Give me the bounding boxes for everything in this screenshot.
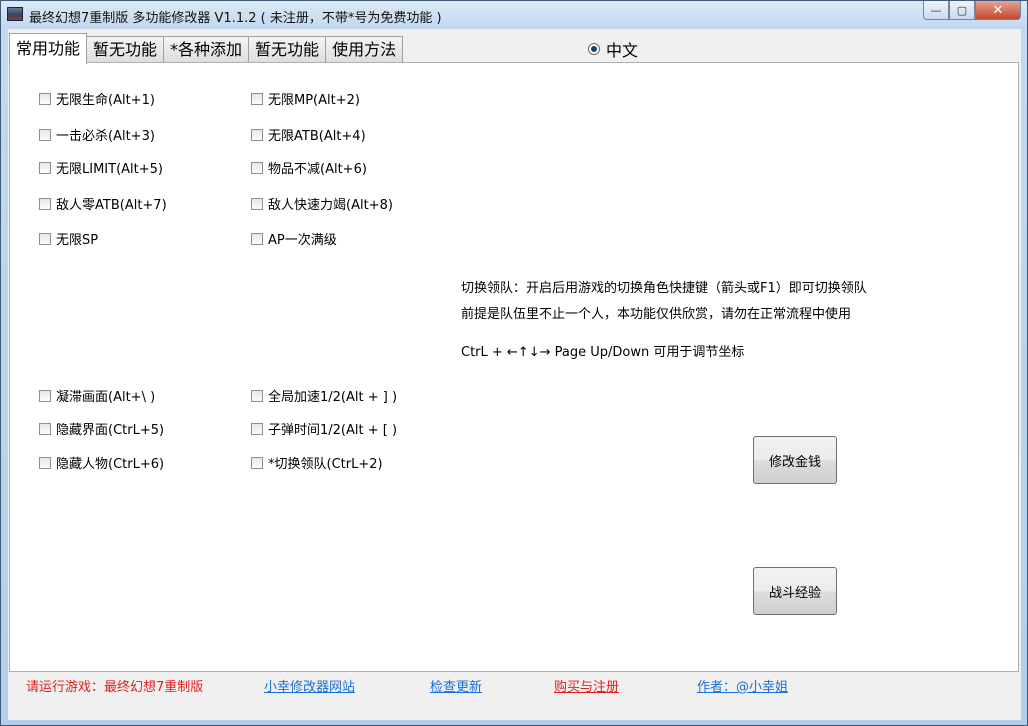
- radio-dot: [591, 46, 597, 52]
- checkbox-box[interactable]: [251, 161, 263, 174]
- checkbox-label: 全局加速1/2(Alt + ] ): [268, 390, 398, 405]
- checkbox-box[interactable]: [39, 422, 51, 435]
- checkbox-box[interactable]: [39, 161, 51, 174]
- checkbox-label: 隐藏人物(CtrL+6): [56, 457, 165, 472]
- checkbox-box[interactable]: [39, 197, 51, 210]
- checkbox-box[interactable]: [251, 197, 263, 210]
- close-icon: ✕: [992, 2, 1004, 18]
- info-line-3: CtrL + ←↑↓→ Page Up/Down 可用于调节坐标: [461, 345, 745, 360]
- checkbox-box[interactable]: [251, 92, 263, 105]
- tab-no-function-2[interactable]: 暂无功能: [248, 36, 327, 64]
- checkbox-label: *切换领队(CtrL+2): [268, 457, 383, 472]
- battle-exp-button[interactable]: 战斗经验: [753, 567, 837, 615]
- checkbox-label: 无限LIMIT(Alt+5): [56, 162, 163, 177]
- client-area: 常用功能 暂无功能 *各种添加 暂无功能 使用方法 中文 无限生命(Alt+1)…: [8, 29, 1021, 720]
- checkbox-label: 物品不减(Alt+6): [268, 162, 367, 177]
- checkbox-global-speed[interactable]: 全局加速1/2(Alt + ] ): [251, 386, 397, 405]
- minimize-button[interactable]: —: [923, 1, 949, 20]
- checkbox-ap-max-once[interactable]: AP一次满级: [251, 229, 337, 248]
- checkbox-infinite-sp[interactable]: 无限SP: [39, 229, 98, 248]
- checkbox-box[interactable]: [251, 232, 263, 245]
- tab-panel: 无限生命(Alt+1) 一击必杀(Alt+3) 无限LIMIT(Alt+5) 敌…: [9, 62, 1019, 672]
- checkbox-box[interactable]: [251, 422, 263, 435]
- check-update-link[interactable]: 检查更新: [430, 676, 482, 695]
- game-status-text: 请运行游戏：最终幻想7重制版: [26, 680, 204, 695]
- checkbox-box[interactable]: [39, 128, 51, 141]
- checkbox-label: 无限SP: [56, 233, 99, 248]
- checkbox-infinite-mp[interactable]: 无限MP(Alt+2): [251, 89, 360, 108]
- window-controls: — ▢ ✕: [923, 1, 1021, 20]
- language-option[interactable]: 中文: [588, 37, 638, 61]
- buy-register-link[interactable]: 购买与注册: [554, 676, 619, 695]
- tab-strip: 常用功能 暂无功能 *各种添加 暂无功能 使用方法: [9, 33, 404, 64]
- modify-money-button[interactable]: 修改金钱: [753, 436, 837, 484]
- author-link[interactable]: 作者：@小幸姐: [697, 676, 788, 695]
- app-icon: [7, 7, 23, 21]
- checkbox-label: AP一次满级: [268, 233, 337, 248]
- checkbox-one-hit-kill[interactable]: 一击必杀(Alt+3): [39, 125, 155, 144]
- checkbox-hide-ui[interactable]: 隐藏界面(CtrL+5): [39, 419, 164, 438]
- checkbox-box[interactable]: [39, 92, 51, 105]
- checkbox-bullet-time[interactable]: 子弹时间1/2(Alt + [ ): [251, 419, 397, 438]
- minimize-icon: —: [930, 3, 942, 17]
- close-button[interactable]: ✕: [975, 1, 1021, 20]
- checkbox-infinite-hp[interactable]: 无限生命(Alt+1): [39, 89, 155, 108]
- checkbox-label: 子弹时间1/2(Alt + [ ): [268, 423, 398, 438]
- checkbox-label: 凝滞画面(Alt+\ ): [56, 390, 156, 405]
- checkbox-box[interactable]: [251, 128, 263, 141]
- info-line-2: 前提是队伍里不止一个人，本功能仅供欣赏，请勿在正常流程中使用: [461, 307, 852, 322]
- checkbox-label: 隐藏界面(CtrL+5): [56, 423, 165, 438]
- checkbox-label: 敌人零ATB(Alt+7): [56, 198, 167, 213]
- checkbox-box[interactable]: [251, 456, 263, 469]
- maximize-button[interactable]: ▢: [949, 1, 975, 20]
- checkbox-box[interactable]: [39, 389, 51, 402]
- tab-common-functions[interactable]: 常用功能: [9, 33, 88, 64]
- maximize-icon: ▢: [956, 3, 968, 17]
- language-label: 中文: [606, 41, 639, 60]
- language-radio[interactable]: [588, 43, 600, 55]
- checkbox-label: 无限生命(Alt+1): [56, 93, 155, 108]
- tab-no-function-1[interactable]: 暂无功能: [86, 36, 165, 64]
- tab-usage[interactable]: 使用方法: [325, 36, 404, 64]
- checkbox-label: 无限ATB(Alt+4): [268, 129, 366, 144]
- checkbox-enemy-zero-atb[interactable]: 敌人零ATB(Alt+7): [39, 194, 167, 213]
- app-window: 最终幻想7重制版 多功能修改器 V1.1.2 ( 未注册，不带*号为免费功能 )…: [0, 0, 1028, 726]
- checkbox-items-no-decrease[interactable]: 物品不减(Alt+6): [251, 158, 367, 177]
- checkbox-label: 敌人快速力竭(Alt+8): [268, 198, 393, 213]
- checkbox-label: 无限MP(Alt+2): [268, 93, 360, 108]
- checkbox-freeze-screen[interactable]: 凝滞画面(Alt+\ ): [39, 386, 155, 405]
- info-line-1: 切换领队：开启后用游戏的切换角色快捷键（箭头或F1）即可切换领队: [461, 281, 867, 296]
- checkbox-box[interactable]: [39, 456, 51, 469]
- window-title: 最终幻想7重制版 多功能修改器 V1.1.2 ( 未注册，不带*号为免费功能 ): [29, 11, 442, 26]
- checkbox-switch-leader[interactable]: *切换领队(CtrL+2): [251, 453, 383, 472]
- checkbox-box[interactable]: [251, 389, 263, 402]
- checkbox-hide-character[interactable]: 隐藏人物(CtrL+6): [39, 453, 164, 472]
- title-bar[interactable]: 最终幻想7重制版 多功能修改器 V1.1.2 ( 未注册，不带*号为免费功能 )…: [1, 1, 1027, 29]
- checkbox-infinite-atb[interactable]: 无限ATB(Alt+4): [251, 125, 366, 144]
- checkbox-infinite-limit[interactable]: 无限LIMIT(Alt+5): [39, 158, 163, 177]
- checkbox-label: 一击必杀(Alt+3): [56, 129, 155, 144]
- checkbox-box[interactable]: [39, 232, 51, 245]
- website-link[interactable]: 小幸修改器网站: [264, 676, 355, 695]
- checkbox-enemy-fast-exhaust[interactable]: 敌人快速力竭(Alt+8): [251, 194, 393, 213]
- tab-various-add[interactable]: *各种添加: [163, 36, 250, 64]
